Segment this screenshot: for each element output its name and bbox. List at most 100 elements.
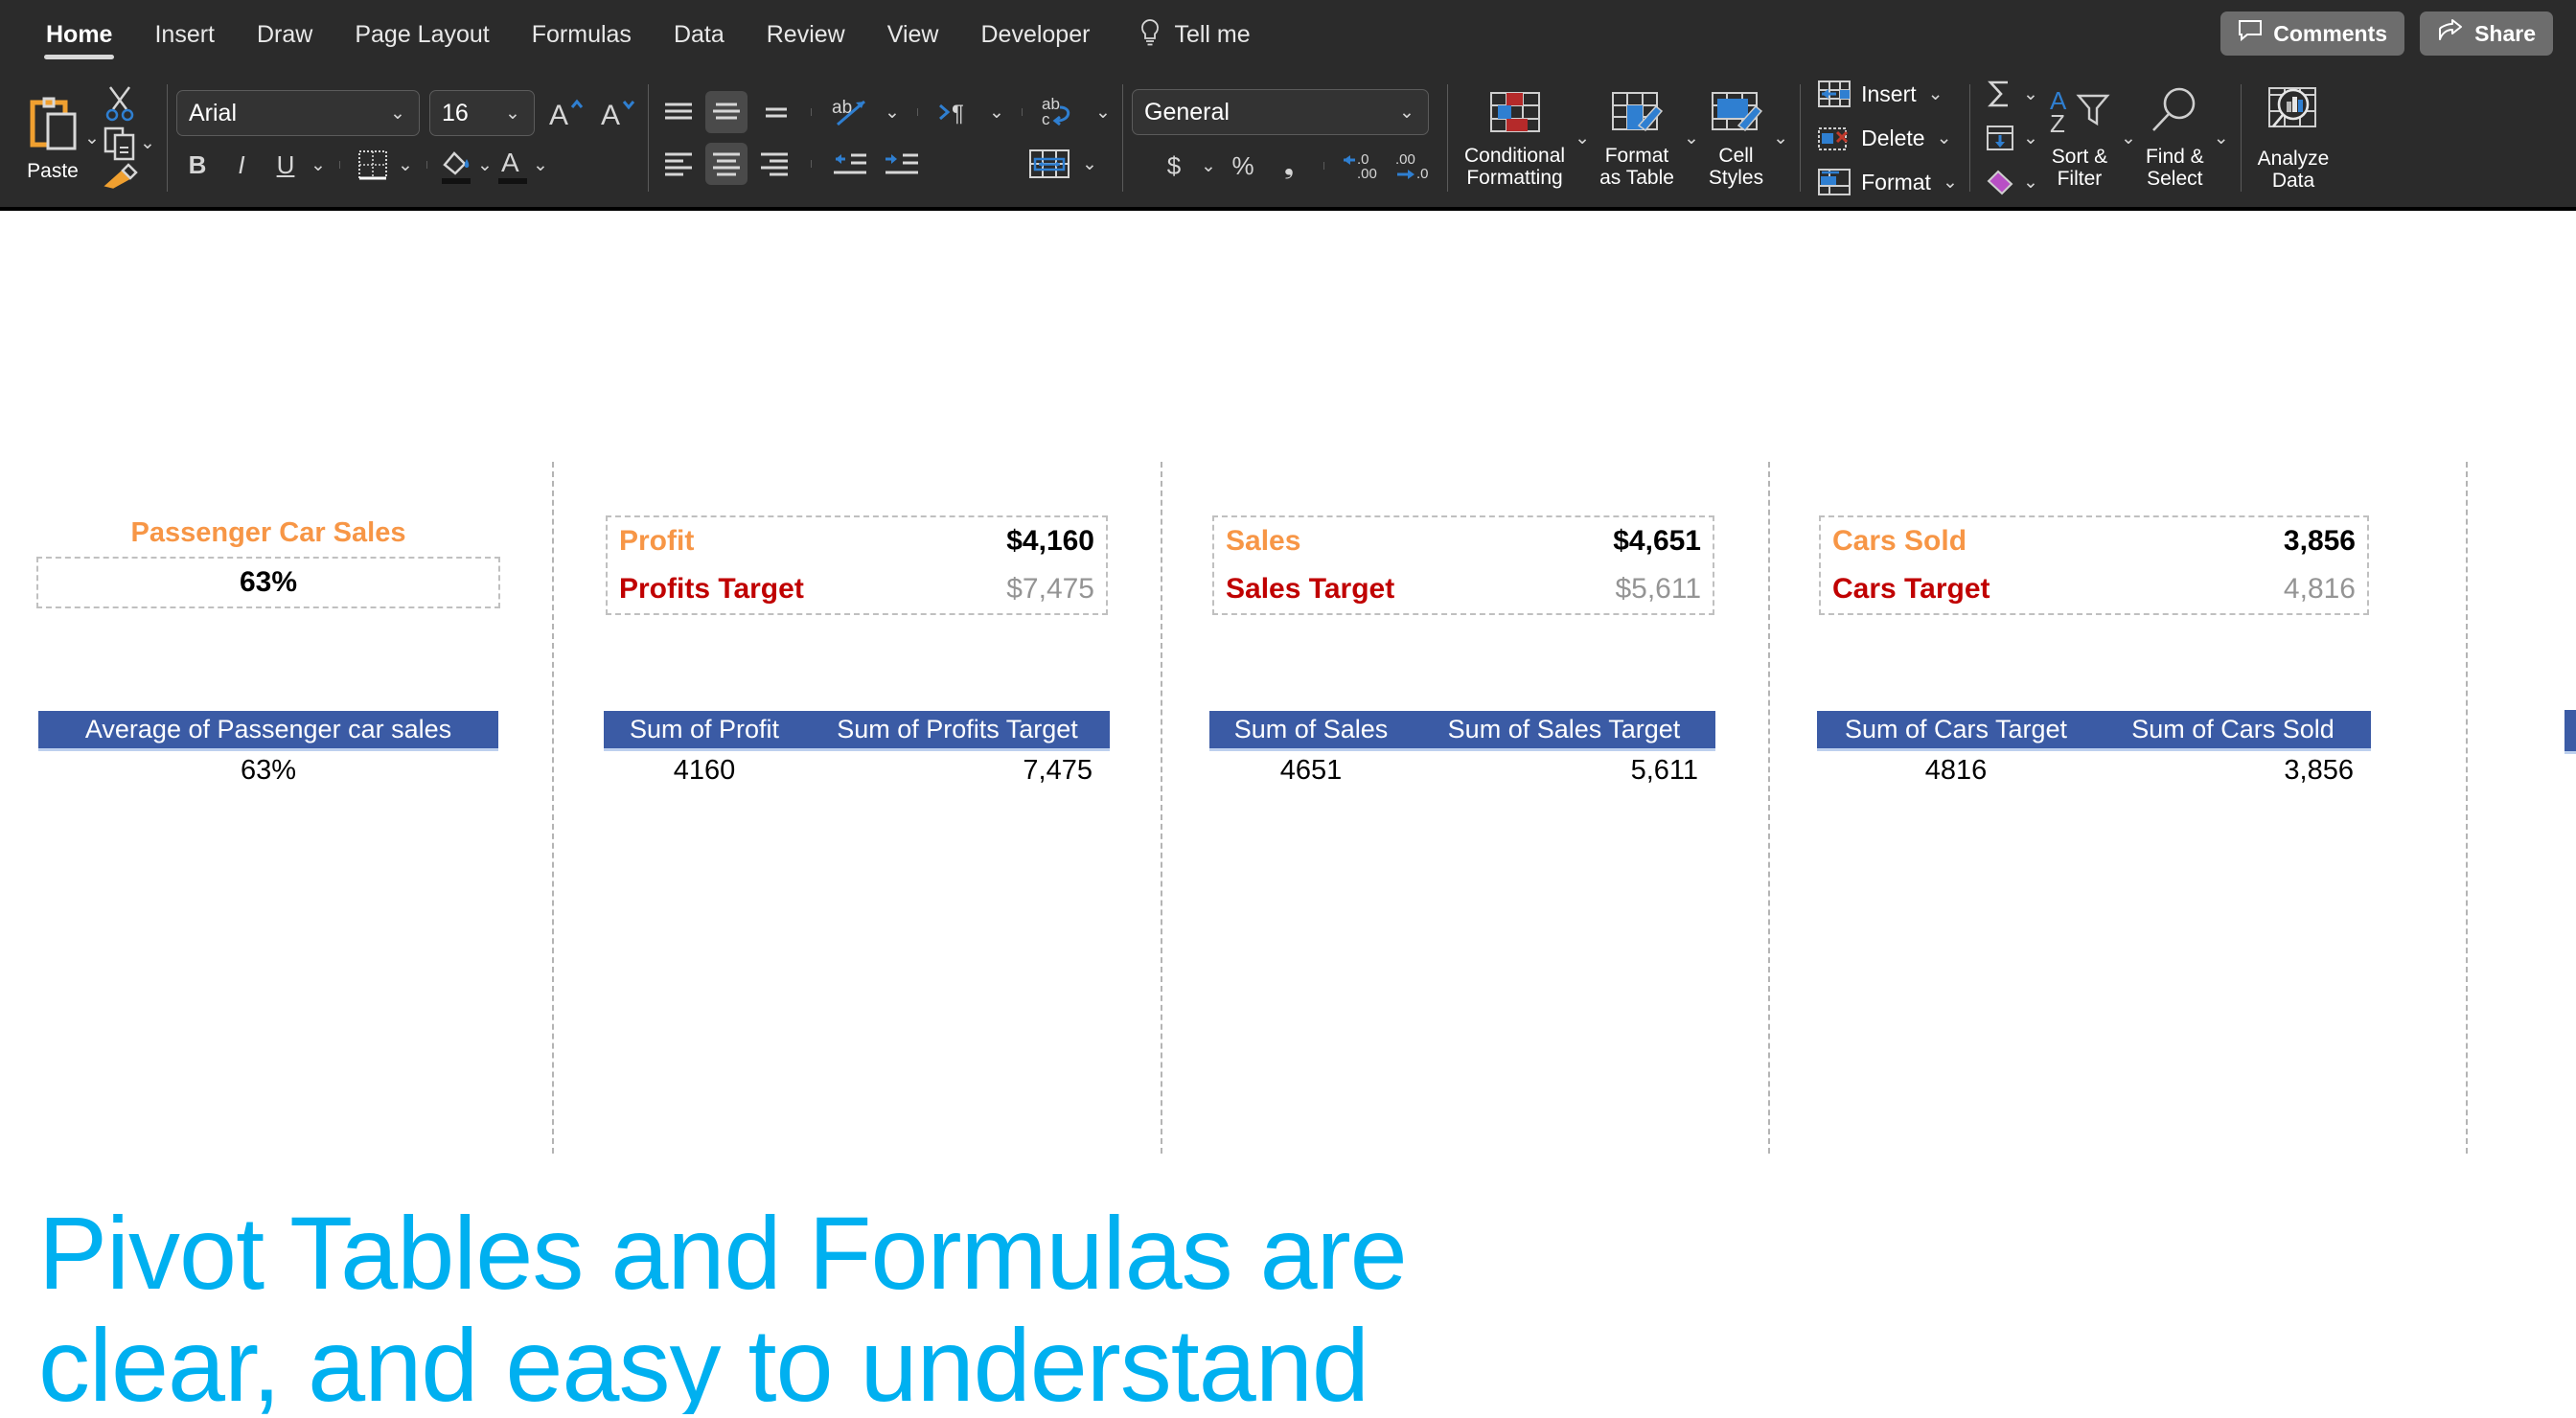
autosum-chevron-icon[interactable]: ⌄ [2021, 83, 2040, 105]
pivot-data-cell[interactable]: 3,856 [2095, 751, 2371, 790]
fill-chevron-icon[interactable]: ⌄ [2021, 127, 2040, 149]
tab-data[interactable]: Data [653, 0, 746, 69]
pivot-data-cell[interactable]: 4160 [604, 751, 805, 790]
align-bottom-button[interactable] [753, 91, 795, 133]
tab-home[interactable]: Home [25, 0, 133, 69]
merge-dropdown-chevron-icon[interactable]: ⌄ [1080, 153, 1099, 175]
insert-cells-button[interactable]: Insert ⌄ [1817, 74, 1945, 114]
conditional-formatting-chevron-icon[interactable]: ⌄ [1573, 127, 1592, 149]
kpi-card-profit[interactable]: Profit $4,160 Profits Target $7,475 [606, 515, 1108, 615]
tab-developer[interactable]: Developer [959, 0, 1111, 69]
cut-button[interactable]: ⌄ [102, 84, 157, 123]
paste-dropdown-chevron-icon[interactable]: ⌄ [82, 127, 102, 149]
share-button[interactable]: Share [2420, 11, 2553, 56]
wrap-text-dropdown-chevron-icon[interactable]: ⌄ [1093, 102, 1113, 124]
pivot-table-passenger-car-sales[interactable]: Average of Passenger car sales 63% [38, 711, 498, 790]
bold-button[interactable]: B [176, 144, 218, 186]
kpi-card-passenger-car-sales[interactable]: Passenger Car Sales 63% [36, 517, 500, 608]
tab-formulas[interactable]: Formulas [511, 0, 653, 69]
pivot-header-cell[interactable]: Average of Passenger car sales [38, 711, 498, 748]
delete-cells-button[interactable]: Delete ⌄ [1817, 118, 1953, 158]
insert-chevron-icon[interactable]: ⌄ [1926, 83, 1945, 105]
cell-styles-button[interactable]: Cell Styles [1701, 87, 1771, 189]
copy-button[interactable]: ⌄ [102, 125, 157, 161]
clear-button[interactable]: ⌄ [1979, 161, 2040, 203]
paste-button[interactable]: Paste [15, 93, 82, 183]
font-size-select[interactable]: 16 ⌄ [429, 90, 535, 136]
pivot-data-cell[interactable]: 4816 [1817, 751, 2095, 790]
increase-indent-button[interactable] [879, 143, 925, 185]
pivot-table-sales[interactable]: Sum of Sales Sum of Sales Target 4651 5,… [1209, 711, 1715, 790]
align-right-button[interactable] [753, 143, 795, 185]
analyze-data-button[interactable]: Analyze Data [2250, 84, 2337, 192]
conditional-formatting-button[interactable]: Conditional Formatting [1457, 87, 1573, 189]
kpi-value-box[interactable]: 63% [36, 557, 500, 608]
align-left-button[interactable] [657, 143, 700, 185]
tab-page-layout[interactable]: Page Layout [334, 0, 510, 69]
pivot-header-cell[interactable]: Sum of Profits Target [805, 711, 1110, 748]
comments-button[interactable]: Comments [2220, 11, 2405, 56]
orientation-dropdown-chevron-icon[interactable]: ⌄ [883, 102, 902, 124]
align-middle-button[interactable] [705, 91, 748, 133]
format-cells-button[interactable]: Format ⌄ [1817, 162, 1960, 202]
pivot-header-cell[interactable]: Sum of Cars Sold [2095, 711, 2371, 748]
decrease-decimal-button[interactable]: .00.0 [1390, 145, 1438, 187]
pivot-data-cell[interactable]: 63% [38, 751, 498, 790]
font-color-dropdown-chevron-icon[interactable]: ⌄ [531, 154, 550, 176]
tab-draw[interactable]: Draw [236, 0, 334, 69]
pivot-header-cell[interactable]: Sum of Sales Target [1413, 711, 1715, 748]
text-direction-button[interactable]: ¶ [933, 91, 981, 133]
format-chevron-icon[interactable]: ⌄ [1941, 172, 1960, 194]
increase-decimal-button[interactable]: .0.00 [1338, 145, 1386, 187]
pivot-header-cell[interactable]: Sum of Cars Target [1817, 711, 2095, 748]
percent-format-button[interactable]: % [1222, 145, 1264, 187]
pivot-header-cell[interactable]: Sum of Profit [604, 711, 805, 748]
decrease-indent-button[interactable] [827, 143, 873, 185]
format-as-table-button[interactable]: Format as Table [1592, 87, 1682, 189]
sort-filter-chevron-icon[interactable]: ⌄ [2119, 127, 2138, 149]
borders-dropdown-chevron-icon[interactable]: ⌄ [396, 154, 415, 176]
tab-view[interactable]: View [866, 0, 960, 69]
clear-chevron-icon[interactable]: ⌄ [2021, 172, 2040, 194]
pivot-data-cell[interactable]: 4651 [1209, 751, 1413, 790]
font-color-button[interactable]: A [496, 146, 529, 184]
font-family-select[interactable]: Arial ⌄ [176, 90, 420, 136]
worksheet-canvas[interactable]: Passenger Car Sales 63% Profit $4,160 Pr… [0, 211, 2576, 1414]
format-painter-button[interactable]: ⌄ [102, 163, 157, 192]
kpi-card-cars-sold[interactable]: Cars Sold 3,856 Cars Target 4,816 [1819, 515, 2369, 615]
pivot-data-cell[interactable]: 7,475 [805, 751, 1110, 790]
format-as-table-chevron-icon[interactable]: ⌄ [1682, 127, 1701, 149]
wrap-text-button[interactable]: ab c [1038, 91, 1088, 133]
align-center-button[interactable] [705, 143, 748, 185]
increase-font-size-button[interactable]: A [544, 92, 586, 134]
underline-dropdown-chevron-icon[interactable]: ⌄ [309, 154, 328, 176]
currency-dropdown-chevron-icon[interactable]: ⌄ [1199, 155, 1218, 177]
cell-styles-chevron-icon[interactable]: ⌄ [1771, 127, 1790, 149]
comma-format-button[interactable]: ❟ [1268, 145, 1310, 187]
autosum-button[interactable]: ⌄ [1979, 73, 2040, 115]
find-and-select-button[interactable]: Find & Select [2138, 86, 2212, 190]
underline-button[interactable]: U [264, 144, 307, 186]
pivot-header-cell[interactable]: Sum of Sales [1209, 711, 1413, 748]
decrease-font-size-button[interactable]: A [596, 92, 638, 134]
fill-button[interactable]: ⌄ [1979, 117, 2040, 159]
tab-insert[interactable]: Insert [133, 0, 236, 69]
fill-color-button[interactable] [439, 146, 473, 184]
delete-chevron-icon[interactable]: ⌄ [1935, 127, 1954, 149]
text-direction-dropdown-chevron-icon[interactable]: ⌄ [987, 102, 1006, 124]
tell-me-button[interactable]: Tell me [1111, 18, 1251, 52]
pivot-table-cars[interactable]: Sum of Cars Target Sum of Cars Sold 4816… [1817, 711, 2371, 790]
italic-button[interactable]: I [220, 144, 263, 186]
align-top-button[interactable] [657, 91, 700, 133]
currency-format-button[interactable]: $ [1153, 145, 1195, 187]
sort-and-filter-button[interactable]: AZ Sort & Filter [2040, 86, 2119, 190]
number-format-select[interactable]: General ⌄ [1132, 89, 1429, 135]
borders-button[interactable] [352, 144, 394, 186]
pivot-header-partial-offscreen[interactable] [2564, 710, 2576, 754]
orientation-button[interactable]: ab [827, 91, 877, 133]
kpi-card-sales[interactable]: Sales $4,651 Sales Target $5,611 [1212, 515, 1714, 615]
merge-and-center-button[interactable] [1024, 143, 1074, 185]
fill-color-dropdown-chevron-icon[interactable]: ⌄ [475, 154, 494, 176]
find-select-chevron-icon[interactable]: ⌄ [2212, 127, 2231, 149]
pivot-data-cell[interactable]: 5,611 [1413, 751, 1715, 790]
